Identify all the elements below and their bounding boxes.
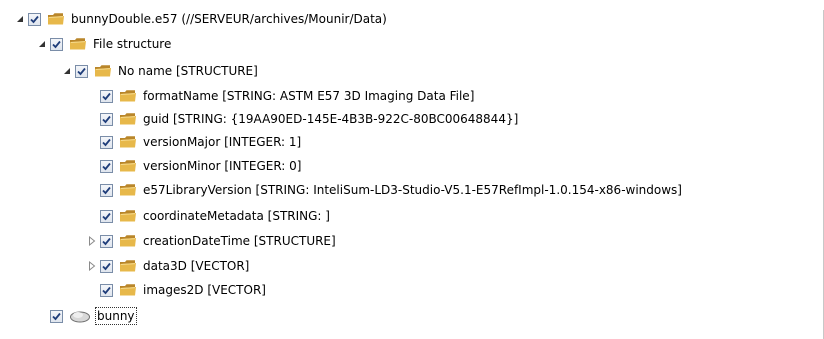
tree-item-label: bunnyDouble.e57 (//SERVEUR/archives/Moun… (71, 12, 387, 26)
folder-icon (119, 112, 137, 126)
collapsed-arrow-icon[interactable] (86, 235, 97, 247)
folder-icon (119, 89, 137, 103)
tree-item-label: bunny (95, 307, 137, 325)
tree-item-label: File structure (93, 37, 172, 51)
tree-row[interactable]: guid [STRING: {19AA90ED-145E-4B3B-922C-8… (86, 108, 518, 130)
visibility-checkbox[interactable] (100, 259, 113, 273)
folder-icon (119, 135, 137, 149)
tree-item-label: images2D [VECTOR] (143, 283, 266, 297)
tree-item-label: versionMajor [INTEGER: 1] (143, 135, 302, 149)
expanded-arrow-icon[interactable] (14, 13, 25, 25)
visibility-checkbox[interactable] (100, 209, 113, 223)
tree-item-label: No name [STRUCTURE] (118, 64, 258, 78)
visibility-checkbox[interactable] (100, 135, 113, 149)
tree-row[interactable]: No name [STRUCTURE] (61, 60, 258, 82)
tree-row[interactable]: bunny (36, 305, 137, 327)
tree-item-label: formatName [STRING: ASTM E57 3D Imaging … (143, 89, 475, 103)
visibility-checkbox[interactable] (50, 37, 63, 51)
collapsed-arrow-icon[interactable] (86, 260, 97, 272)
folder-icon (47, 12, 65, 26)
visibility-checkbox[interactable] (100, 183, 113, 197)
tree-row[interactable]: e57LibraryVersion [STRING: InteliSum-LD3… (86, 179, 682, 201)
tree-row[interactable]: data3D [VECTOR] (86, 255, 249, 277)
folder-icon (119, 283, 137, 297)
folder-icon (119, 234, 137, 248)
scene-tree: bunnyDouble.e57 (//SERVEUR/archives/Moun… (0, 0, 824, 339)
folder-icon (119, 159, 137, 173)
tree-row[interactable]: coordinateMetadata [STRING: ] (86, 205, 330, 227)
visibility-checkbox[interactable] (75, 64, 88, 78)
tree-row[interactable]: versionMajor [INTEGER: 1] (86, 131, 301, 153)
folder-icon (119, 183, 137, 197)
visibility-checkbox[interactable] (50, 309, 63, 323)
cloud-icon (69, 309, 91, 323)
tree-row[interactable]: File structure (36, 33, 171, 55)
tree-row[interactable]: versionMinor [INTEGER: 0] (86, 155, 301, 177)
visibility-checkbox[interactable] (100, 89, 113, 103)
tree-item-label: guid [STRING: {19AA90ED-145E-4B3B-922C-8… (143, 112, 519, 126)
folder-icon (94, 64, 112, 78)
visibility-checkbox[interactable] (100, 234, 113, 248)
tree-item-label: coordinateMetadata [STRING: ] (143, 209, 330, 223)
tree-item-label: versionMinor [INTEGER: 0] (143, 159, 302, 173)
visibility-checkbox[interactable] (100, 159, 113, 173)
folder-icon (119, 259, 137, 273)
visibility-checkbox[interactable] (100, 283, 113, 297)
expanded-arrow-icon[interactable] (61, 65, 72, 77)
folder-icon (69, 37, 87, 51)
expanded-arrow-icon[interactable] (36, 38, 47, 50)
tree-row[interactable]: images2D [VECTOR] (86, 279, 266, 301)
tree-row[interactable]: bunnyDouble.e57 (//SERVEUR/archives/Moun… (14, 8, 387, 30)
folder-icon (119, 209, 137, 223)
tree-item-label: creationDateTime [STRUCTURE] (143, 234, 336, 248)
visibility-checkbox[interactable] (28, 12, 41, 26)
tree-item-label: e57LibraryVersion [STRING: InteliSum-LD3… (143, 183, 682, 197)
visibility-checkbox[interactable] (100, 112, 113, 126)
tree-row[interactable]: formatName [STRING: ASTM E57 3D Imaging … (86, 85, 474, 107)
tree-item-label: data3D [VECTOR] (143, 259, 250, 273)
tree-row[interactable]: creationDateTime [STRUCTURE] (86, 230, 336, 252)
